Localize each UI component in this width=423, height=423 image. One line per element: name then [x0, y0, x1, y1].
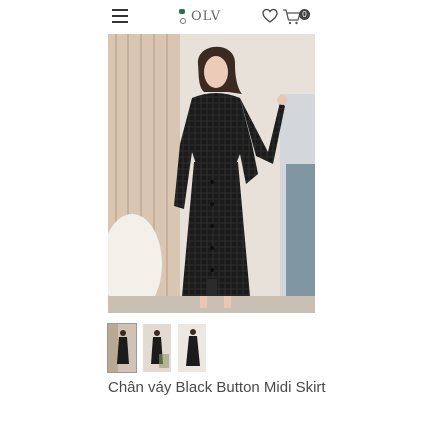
- logo-mark-icon: [177, 7, 187, 25]
- brand-logo[interactable]: OLV: [177, 5, 221, 27]
- product-title: Chân váy Black Button Midi Skirt: [108, 379, 326, 396]
- thumbnail-strip: [107, 323, 206, 373]
- menu-icon[interactable]: [112, 9, 128, 23]
- thumbnail-1[interactable]: [107, 323, 137, 373]
- product-main-image[interactable]: [108, 34, 315, 313]
- brand-name: OLV: [191, 8, 222, 24]
- top-header: OLV 0: [100, 0, 320, 32]
- thumbnail-3[interactable]: [178, 324, 206, 372]
- cart-count-badge: 0: [299, 9, 310, 20]
- heart-icon[interactable]: [262, 8, 278, 24]
- thumbnail-2[interactable]: [143, 324, 171, 372]
